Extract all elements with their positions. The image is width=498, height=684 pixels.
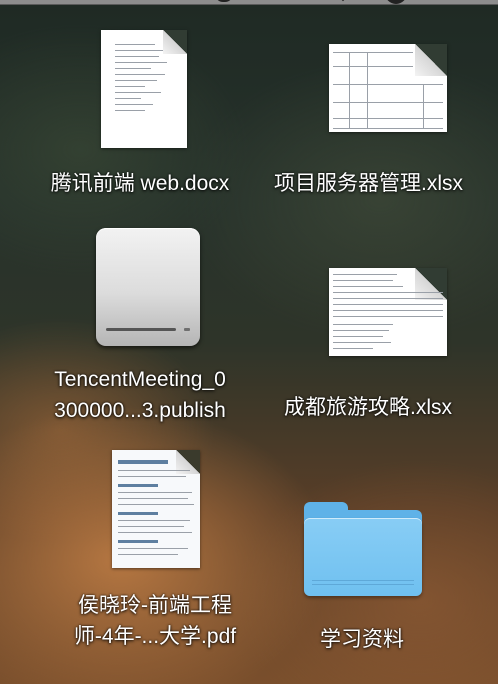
- text-line-icon: [118, 526, 184, 527]
- text-line-icon: [115, 104, 153, 105]
- grid-line-icon: [333, 304, 443, 305]
- file-name-label: 成都旅游攻略.xlsx: [284, 392, 498, 423]
- drive-slot: [106, 328, 176, 331]
- grid-line-icon: [333, 280, 393, 281]
- desktop-item-publish[interactable]: TencentMeeting_0 300000...3.publish: [20, 226, 270, 436]
- text-line-icon: [115, 62, 167, 63]
- text-line-icon: [118, 554, 178, 555]
- grid-line-icon: [333, 298, 443, 299]
- pdf-document-icon: [112, 450, 200, 568]
- file-name-line: 侯晓玲-前端工程: [78, 594, 232, 617]
- text-line-icon: [115, 74, 165, 75]
- grid-line-icon: [333, 316, 443, 317]
- desktop-item-pdf[interactable]: 侯晓玲-前端工程 师-4年-...大学.pdf: [40, 448, 270, 658]
- file-name-label: 学习资料: [282, 624, 442, 655]
- grid-line-icon: [333, 286, 403, 287]
- file-name-line: 腾讯前端 web.docx: [50, 172, 230, 195]
- text-line-icon: [115, 92, 161, 93]
- file-name-line: 成都旅游攻略.xlsx: [284, 396, 452, 419]
- grid-line-icon: [333, 330, 389, 331]
- spreadsheet-document-icon: [329, 268, 447, 356]
- file-name-label: 腾讯前端 web.docx: [20, 168, 260, 199]
- file-name-line: TencentMeeting_0: [54, 368, 226, 391]
- folder-line: [312, 580, 414, 581]
- desktop-item-xlsx-travel[interactable]: 成都旅游攻略.xlsx: [264, 226, 498, 436]
- page-curl-icon: [415, 268, 447, 300]
- spreadsheet-document-icon: [329, 44, 447, 132]
- text-line-icon: [115, 80, 157, 81]
- drive-light: [184, 328, 190, 331]
- text-line-icon: [115, 98, 141, 99]
- grid-line-icon: [333, 128, 443, 129]
- file-name-line: 项目服务器管理.xlsx: [274, 172, 463, 195]
- text-line-icon: [118, 548, 188, 549]
- desktop-item-folder[interactable]: 学习资料: [280, 500, 498, 670]
- page-curl-icon: [415, 44, 447, 76]
- file-name-label: 侯晓玲-前端工程 师-4年-...大学.pdf: [40, 590, 270, 652]
- text-line-icon: [118, 512, 158, 515]
- grid-line-icon: [349, 52, 350, 128]
- file-name-line: 300000...3.publish: [54, 399, 226, 422]
- grid-line-icon: [333, 336, 383, 337]
- text-line-icon: [118, 460, 168, 464]
- grid-line-icon: [333, 52, 413, 53]
- text-line-icon: [115, 56, 159, 57]
- grid-line-icon: [333, 274, 397, 275]
- text-line-icon: [118, 520, 190, 521]
- text-line-icon: [115, 68, 151, 69]
- file-name-label: TencentMeeting_0 300000...3.publish: [20, 364, 260, 426]
- text-line-icon: [118, 470, 190, 471]
- text-line-icon: [115, 50, 163, 51]
- grid-line-icon: [423, 84, 424, 128]
- menu-bar-edge: [0, 0, 498, 5]
- page-curl-icon: [163, 30, 187, 54]
- desktop-item-xlsx[interactable]: 项目服务器管理.xlsx: [264, 28, 498, 208]
- file-name-line: 师-4年-...大学.pdf: [73, 625, 237, 648]
- grid-line-icon: [367, 52, 368, 128]
- text-line-icon: [118, 492, 192, 493]
- menu-bar-glyph: [385, 0, 407, 4]
- text-line-icon: [118, 504, 194, 505]
- word-document-icon: [101, 30, 187, 148]
- text-line-icon: [118, 532, 192, 533]
- text-line-icon: [118, 540, 158, 543]
- text-line-icon: [118, 484, 158, 487]
- grid-line-icon: [333, 348, 373, 349]
- grid-line-icon: [333, 292, 443, 293]
- menu-bar-glyph: [215, 0, 233, 2]
- drive-body: [96, 228, 200, 346]
- text-line-icon: [118, 498, 188, 499]
- file-name-line: 学习资料: [320, 628, 404, 651]
- menu-bar-glyph: [338, 0, 348, 2]
- file-name-label: 项目服务器管理.xlsx: [274, 168, 498, 199]
- grid-line-icon: [333, 342, 391, 343]
- text-line-icon: [118, 476, 186, 477]
- grid-line-icon: [333, 324, 393, 325]
- grid-line-icon: [333, 66, 413, 67]
- folder-line: [312, 584, 414, 585]
- grid-line-icon: [333, 310, 443, 311]
- desktop-item-docx[interactable]: 腾讯前端 web.docx: [20, 28, 260, 208]
- folder-front: [304, 518, 422, 596]
- text-line-icon: [115, 86, 145, 87]
- text-line-icon: [115, 110, 145, 111]
- text-line-icon: [115, 44, 155, 45]
